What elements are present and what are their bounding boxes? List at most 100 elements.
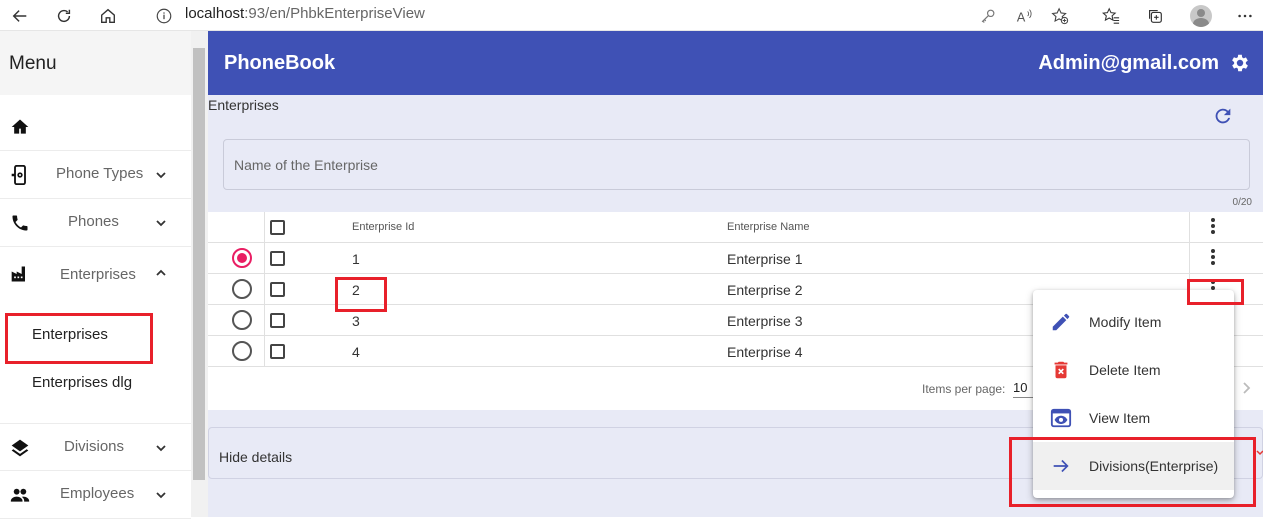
sidebar-scroll-thumb[interactable] <box>193 48 205 480</box>
pencil-icon <box>1052 313 1070 331</box>
sidebar-item-label: Enterprises <box>60 266 136 283</box>
app-toolbar: PhoneBook Admin@gmail.com <box>208 31 1263 95</box>
back-button[interactable] <box>2 0 38 31</box>
menu-item-modify[interactable]: Modify Item <box>1033 298 1234 346</box>
chevron-down-icon <box>156 220 166 227</box>
row-checkbox[interactable] <box>270 251 285 266</box>
items-per-page-label: Items per page: <box>922 382 1006 396</box>
star-add-icon <box>1051 7 1069 24</box>
row-checkbox[interactable] <box>270 313 285 328</box>
page-title: Enterprises <box>208 97 279 113</box>
row-radio[interactable] <box>232 279 252 299</box>
phone-settings-icon <box>11 165 26 185</box>
row-checkbox[interactable] <box>270 282 285 297</box>
chevron-up-icon <box>156 269 166 276</box>
cell-name: Enterprise 2 <box>727 282 803 298</box>
menu-title: Menu <box>0 31 191 95</box>
refresh-icon[interactable] <box>1212 105 1234 127</box>
search-field[interactable] <box>223 139 1250 190</box>
cell-id: 3 <box>352 313 360 329</box>
chevron-down-icon <box>156 492 166 499</box>
sidebar-item-label: Phone Types <box>56 165 144 182</box>
avatar <box>1190 4 1212 27</box>
row-more-button[interactable] <box>1210 249 1216 269</box>
annotation-box <box>335 277 387 312</box>
cell-id: 1 <box>352 251 360 267</box>
collections-button[interactable] <box>1137 0 1173 31</box>
people-icon <box>10 488 30 502</box>
sidebar-item-employees[interactable]: Employees <box>0 471 191 519</box>
details-label: Hide details <box>219 449 293 465</box>
menu-item-label: View Item <box>1089 410 1151 426</box>
password-button[interactable] <box>970 0 1006 31</box>
browser-toolbar: localhost:93/en/PhbkEnterpriseView A <box>0 0 1263 31</box>
sidebar-item-divisions[interactable]: Divisions <box>0 423 191 471</box>
favorites-icon <box>1102 7 1120 24</box>
url-path: :93/en/PhbkEnterpriseView <box>244 5 425 22</box>
column-header-id[interactable]: Enterprise Id <box>352 221 414 233</box>
eye-icon <box>1050 408 1072 428</box>
sidebar-item-label: Employees <box>60 485 135 502</box>
key-icon <box>981 9 995 23</box>
factory-icon <box>11 266 25 282</box>
menu-item-delete[interactable]: Delete Item <box>1033 346 1234 394</box>
add-favorite-button[interactable] <box>1042 0 1078 31</box>
svg-text:A: A <box>1017 9 1026 24</box>
select-all-checkbox[interactable] <box>270 220 285 235</box>
sidebar-item-label: Divisions <box>64 438 125 455</box>
menu-item-label: Modify Item <box>1089 314 1162 330</box>
read-aloud-button[interactable]: A <box>1006 0 1042 31</box>
table-row[interactable]: 1 Enterprise 1 <box>208 243 1263 274</box>
sidebar-item-label: Phones <box>68 213 119 230</box>
table-header: Enterprise Id Enterprise Name <box>208 212 1263 243</box>
column-header-name[interactable]: Enterprise Name <box>727 221 810 233</box>
header-more-button[interactable] <box>1210 218 1216 238</box>
home-icon <box>11 119 29 134</box>
chevron-right-icon[interactable] <box>1238 380 1254 396</box>
menu-item-label: Delete Item <box>1089 362 1161 378</box>
chevron-down-icon <box>156 445 166 452</box>
collections-icon <box>1149 9 1162 23</box>
cell-name: Enterprise 3 <box>727 313 803 329</box>
reload-icon <box>57 9 71 22</box>
home-button[interactable] <box>90 0 126 31</box>
address-bar[interactable]: localhost:93/en/PhbkEnterpriseView <box>185 4 425 24</box>
app-title: PhoneBook <box>224 52 336 74</box>
annotation-box <box>1009 437 1256 507</box>
url-host: localhost <box>185 5 245 22</box>
search-input[interactable] <box>234 154 1134 176</box>
annotation-box <box>1187 279 1244 305</box>
row-radio[interactable] <box>232 310 252 330</box>
sub-item-enterprises-dlg[interactable]: Enterprises dlg <box>32 374 132 391</box>
menu-item-view[interactable]: View Item <box>1033 394 1234 442</box>
cell-id: 4 <box>352 344 360 360</box>
sidebar-item-phone-types[interactable]: Phone Types <box>0 151 191 199</box>
gear-icon[interactable] <box>1229 52 1251 74</box>
cell-name: Enterprise 4 <box>727 344 803 360</box>
sidebar-item-home[interactable] <box>0 103 191 151</box>
sidebar-item-phones[interactable]: Phones <box>0 199 191 247</box>
read-aloud-icon: A <box>1017 8 1032 24</box>
site-info-button[interactable] <box>146 0 182 31</box>
user-email[interactable]: Admin@gmail.com <box>1038 52 1219 75</box>
browser-menu-button[interactable] <box>1227 0 1263 31</box>
row-radio[interactable] <box>232 248 252 268</box>
home-outline-icon <box>101 8 115 23</box>
row-checkbox[interactable] <box>270 344 285 359</box>
row-radio[interactable] <box>232 341 252 361</box>
layers-icon <box>11 439 29 457</box>
profile-button[interactable] <box>1183 0 1219 31</box>
delete-icon <box>1054 361 1068 379</box>
character-counter: 0/20 <box>1232 197 1252 208</box>
favorites-button[interactable] <box>1093 0 1129 31</box>
arrow-left-icon <box>12 9 27 22</box>
chevron-down-icon <box>156 172 166 179</box>
sidebar-item-enterprises[interactable]: Enterprises <box>0 247 191 303</box>
sidebar: Menu Phone Types Phones Enterprises Ente… <box>0 31 191 519</box>
cell-name: Enterprise 1 <box>727 251 803 267</box>
reload-button[interactable] <box>46 0 82 31</box>
more-horizontal-icon <box>1238 14 1252 17</box>
annotation-box <box>5 313 153 364</box>
phone-icon <box>12 215 28 231</box>
chevron-icon <box>1256 450 1263 456</box>
